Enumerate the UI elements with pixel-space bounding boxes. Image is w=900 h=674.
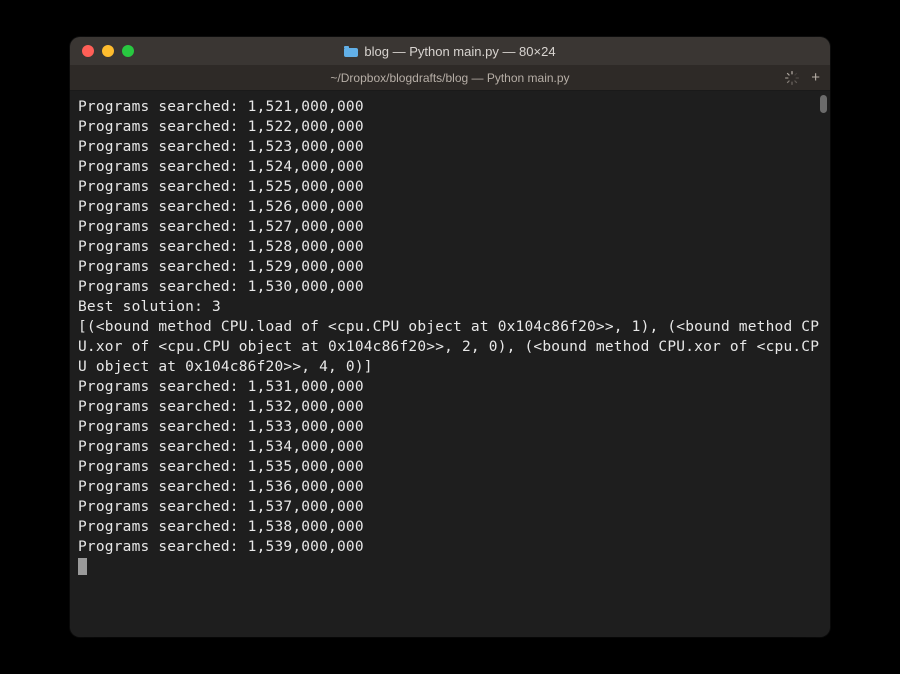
- titlebar[interactable]: blog — Python main.py — 80×24: [70, 37, 830, 65]
- terminal-output[interactable]: Programs searched: 1,521,000,000 Program…: [70, 91, 830, 583]
- maximize-icon[interactable]: [122, 45, 134, 57]
- new-tab-button[interactable]: +: [807, 68, 824, 87]
- terminal-body[interactable]: Programs searched: 1,521,000,000 Program…: [70, 91, 830, 637]
- scrollbar-thumb[interactable]: [820, 95, 827, 113]
- tabbar-actions: +: [785, 68, 824, 87]
- traffic-lights: [82, 45, 134, 57]
- window-title-text: blog — Python main.py — 80×24: [364, 44, 555, 59]
- minimize-icon[interactable]: [102, 45, 114, 57]
- scrollbar[interactable]: [815, 91, 830, 637]
- terminal-window: blog — Python main.py — 80×24 ~/Dropbox/…: [70, 37, 830, 637]
- folder-icon: [344, 46, 358, 57]
- tabbar: ~/Dropbox/blogdrafts/blog — Python main.…: [70, 65, 830, 91]
- close-icon[interactable]: [82, 45, 94, 57]
- window-title: blog — Python main.py — 80×24: [70, 44, 830, 59]
- loading-spinner-icon: [785, 71, 799, 85]
- cursor: [78, 558, 87, 575]
- tab-label[interactable]: ~/Dropbox/blogdrafts/blog — Python main.…: [330, 71, 569, 85]
